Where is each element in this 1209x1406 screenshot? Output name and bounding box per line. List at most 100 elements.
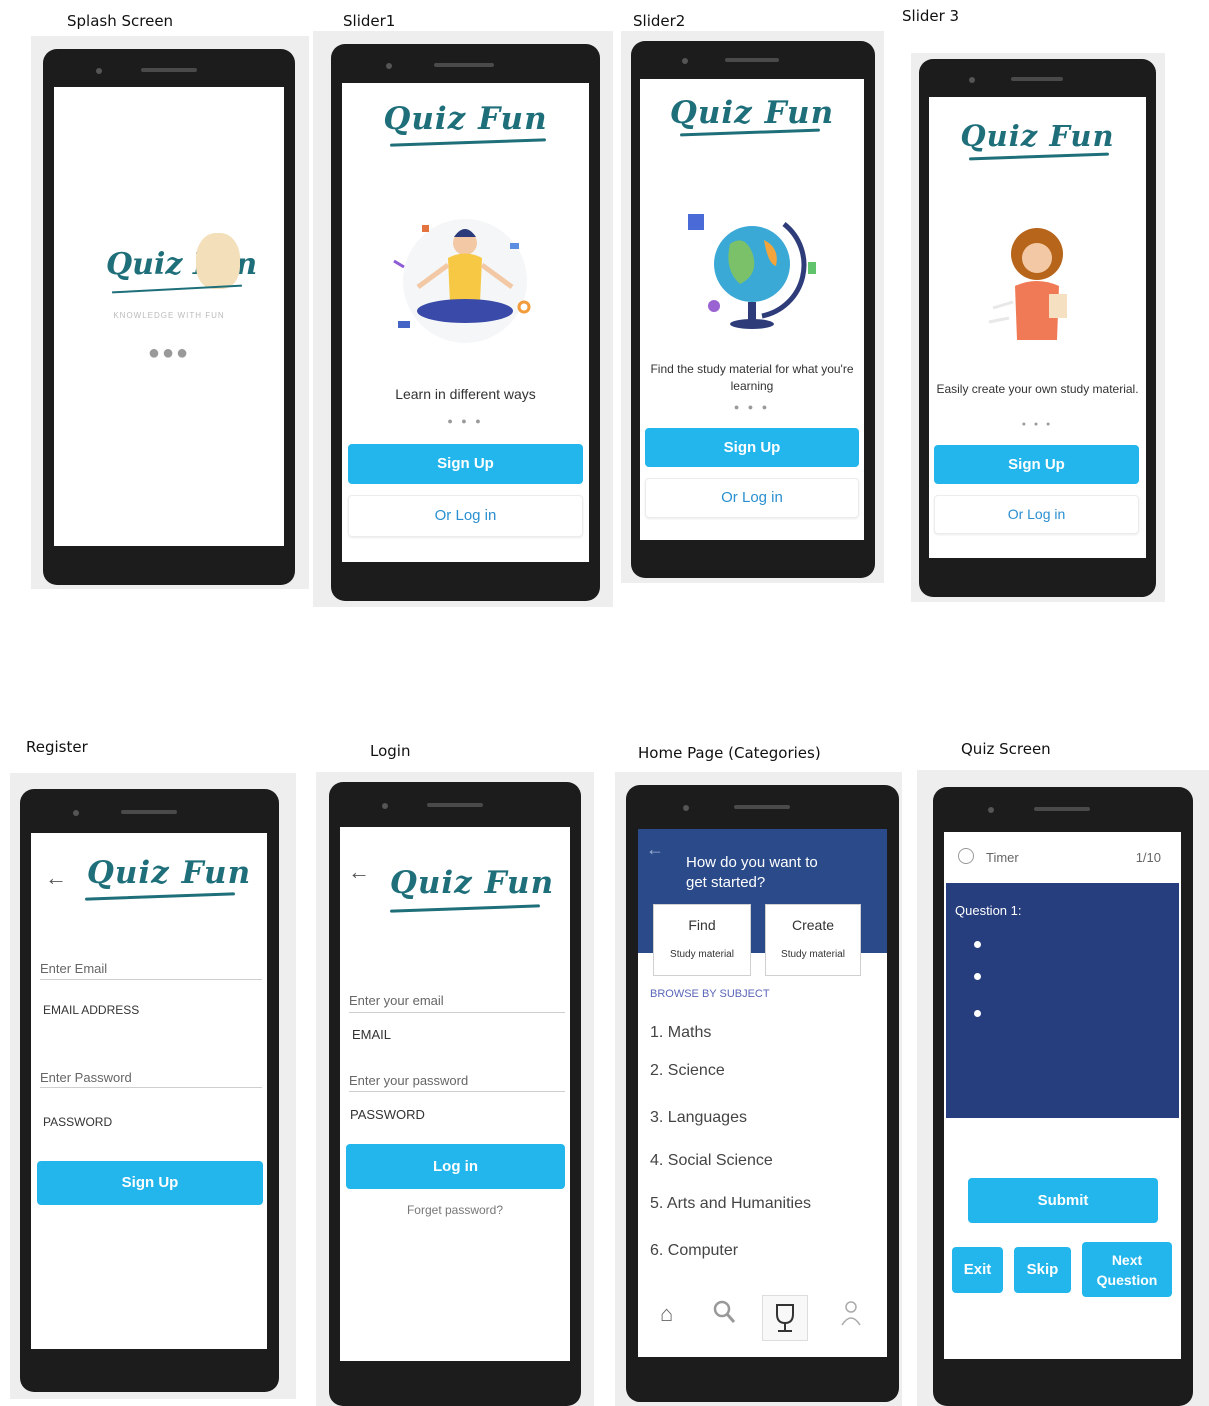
- email-label: Enter Email: [40, 961, 108, 976]
- login-button[interactable]: Log in: [346, 1144, 565, 1189]
- register-phone: ← Quiz Fun Enter Email EMAIL ADDRESS Ent…: [20, 789, 279, 1392]
- submit-button[interactable]: Submit: [968, 1178, 1158, 1223]
- signup-button[interactable]: Sign Up: [348, 444, 583, 484]
- category-item[interactable]: 5. Arts and Humanities: [650, 1195, 811, 1213]
- back-arrow-icon[interactable]: ←: [348, 859, 370, 885]
- create-card[interactable]: Create Study material: [765, 904, 861, 976]
- page-indicator: ● ● ●: [1021, 421, 1054, 428]
- logo-swash: [968, 152, 1110, 161]
- splash-screen: Quiz Fun KNOWLEDGE WITH FUN ●●●: [54, 87, 284, 546]
- category-item[interactable]: 3. Languages: [650, 1109, 747, 1127]
- speaker: [121, 810, 177, 814]
- email-field[interactable]: EMAIL: [352, 1027, 391, 1042]
- slider3-phone: Quiz Fun Easily create your own study ma…: [919, 59, 1156, 597]
- skip-button[interactable]: Skip: [1014, 1247, 1071, 1293]
- back-arrow-icon[interactable]: ←: [646, 839, 664, 860]
- speaker: [734, 805, 790, 809]
- signup-button[interactable]: Sign Up: [934, 445, 1139, 484]
- signup-button[interactable]: Sign Up: [645, 428, 859, 467]
- password-label: Enter Password: [40, 1070, 132, 1085]
- quiz-fun-logo: Quiz Fun: [669, 95, 835, 131]
- question-progress: 1/10: [1135, 850, 1161, 865]
- splash-phone: Quiz Fun KNOWLEDGE WITH FUN ●●●: [43, 49, 295, 585]
- login-button[interactable]: Or Log in: [934, 495, 1139, 534]
- camera: [73, 810, 79, 816]
- page-indicator: ● ● ●: [447, 416, 484, 426]
- quiz-fun-logo: Quiz Fun: [389, 865, 555, 901]
- password-underline: [40, 1087, 262, 1088]
- password-underline: [349, 1091, 565, 1092]
- password-field[interactable]: PASSWORD: [350, 1107, 425, 1122]
- create-sub: Study material: [781, 949, 845, 960]
- label-quiz-screen: Quiz Screen: [961, 740, 1051, 758]
- home-question: How do you want to get started?: [686, 854, 818, 891]
- signup-button[interactable]: Sign Up: [37, 1161, 263, 1205]
- option-bullet[interactable]: [974, 973, 981, 980]
- user-icon[interactable]: [840, 1299, 862, 1333]
- quiz-fun-logo: Quiz Fun: [960, 119, 1115, 153]
- quiz-fun-logo: Quiz Fun: [86, 855, 252, 891]
- category-item[interactable]: 6. Computer: [650, 1242, 738, 1260]
- email-field[interactable]: EMAIL ADDRESS: [43, 1003, 139, 1017]
- browse-heading: BROWSE BY SUBJECT: [650, 988, 770, 1000]
- meditation-illustration: [393, 219, 531, 343]
- login-screen: ← Quiz Fun Enter your email EMAIL Enter …: [340, 827, 570, 1361]
- camera: [969, 77, 975, 83]
- search-icon[interactable]: [712, 1299, 736, 1331]
- logo-swash: [112, 284, 242, 294]
- option-bullet[interactable]: [974, 1010, 981, 1017]
- logo-swash: [389, 904, 541, 913]
- find-title: Find: [688, 917, 716, 933]
- login-button[interactable]: Or Log in: [645, 478, 859, 518]
- speaker: [1011, 77, 1063, 81]
- home-phone: ← How do you want to get started? Find S…: [626, 785, 899, 1402]
- label-login: Login: [370, 742, 411, 760]
- category-item[interactable]: 4. Social Science: [650, 1152, 773, 1170]
- slider2-phone: Quiz Fun Find the study material for wha…: [631, 41, 875, 578]
- label-splash-screen: Splash Screen: [67, 12, 174, 30]
- category-item[interactable]: 1. Maths: [650, 1024, 711, 1042]
- exit-button[interactable]: Exit: [952, 1247, 1003, 1293]
- email-underline: [349, 1012, 565, 1013]
- quiz-fun-logo: Quiz Fun: [383, 101, 548, 137]
- slider1-caption: Learn in different ways: [395, 386, 536, 402]
- camera: [683, 805, 689, 811]
- label-register: Register: [26, 738, 88, 756]
- slider1-phone: Quiz Fun Learn in different ways ● ● ● S…: [331, 44, 600, 601]
- email-label: Enter your email: [349, 993, 444, 1008]
- speaker: [427, 803, 483, 807]
- back-arrow-icon[interactable]: ←: [45, 865, 67, 891]
- find-sub: Study material: [670, 949, 734, 960]
- quiz-screen: Timer 1/10 Question 1: Submit Exit Skip …: [944, 832, 1181, 1359]
- register-screen: ← Quiz Fun Enter Email EMAIL ADDRESS Ent…: [31, 833, 267, 1349]
- password-field[interactable]: PASSWORD: [43, 1115, 112, 1129]
- quiz-phone: Timer 1/10 Question 1: Submit Exit Skip …: [933, 787, 1193, 1406]
- timer-label: Timer: [986, 850, 1019, 865]
- trophy-icon[interactable]: [762, 1295, 808, 1341]
- page-indicator: ● ● ●: [733, 402, 771, 412]
- home-icon[interactable]: ⌂: [660, 1301, 673, 1327]
- speaker: [725, 58, 779, 62]
- slider2-screen: Quiz Fun Find the study material for wha…: [640, 79, 864, 540]
- camera: [96, 68, 102, 74]
- email-underline: [40, 979, 262, 980]
- forget-password-link[interactable]: Forget password?: [340, 1203, 570, 1217]
- find-card[interactable]: Find Study material: [653, 904, 751, 976]
- loading-dots: ●●●: [147, 342, 191, 364]
- camera: [682, 58, 688, 64]
- login-button[interactable]: Or Log in: [348, 495, 583, 537]
- camera: [382, 803, 388, 809]
- option-bullet[interactable]: [974, 941, 981, 948]
- camera: [386, 63, 392, 69]
- home-screen: ← How do you want to get started? Find S…: [638, 829, 887, 1357]
- question-text: Question 1:: [955, 903, 1022, 918]
- category-item[interactable]: 2. Science: [650, 1062, 725, 1080]
- logo-swash: [84, 892, 236, 901]
- brain-icon: [196, 233, 240, 289]
- create-title: Create: [791, 917, 835, 933]
- speaker: [434, 63, 494, 67]
- timer-icon: [958, 848, 974, 864]
- next-question-button[interactable]: Next Question: [1082, 1242, 1172, 1297]
- camera: [988, 807, 994, 813]
- slider2-caption: Find the study material for what you're …: [650, 362, 854, 393]
